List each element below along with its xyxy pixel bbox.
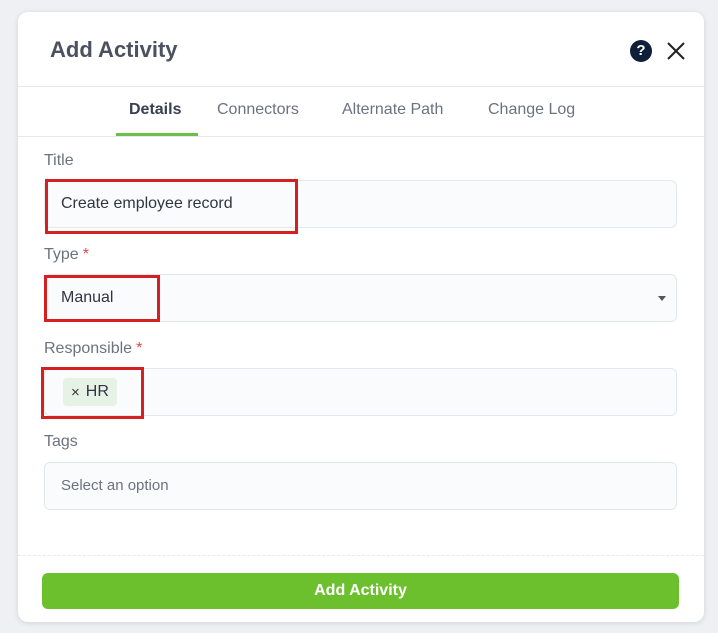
- title-input[interactable]: Create employee record: [44, 180, 677, 228]
- modal-title: Add Activity: [50, 37, 178, 62]
- remove-chip-icon[interactable]: ×: [71, 384, 80, 401]
- chip-label: HR: [85, 383, 109, 400]
- add-activity-button[interactable]: Add Activity: [42, 573, 679, 609]
- modal-header: Add Activity ?: [18, 12, 704, 87]
- responsible-label-text: Responsible: [44, 340, 133, 357]
- type-label-text: Type: [44, 246, 79, 263]
- tags-placeholder: Select an option: [61, 477, 169, 494]
- tags-select[interactable]: Select an option: [44, 462, 677, 510]
- type-select[interactable]: Manual: [44, 274, 677, 322]
- tab-bar: Details Connectors Alternate Path Change…: [18, 86, 704, 137]
- chevron-down-icon: [658, 296, 666, 301]
- active-tab-indicator: [116, 133, 198, 136]
- title-label: Title: [44, 152, 74, 169]
- type-label: Type *: [44, 246, 89, 264]
- responsible-required-mark: *: [136, 340, 143, 357]
- tab-connectors[interactable]: Connectors: [217, 101, 299, 119]
- responsible-label: Responsible *: [44, 340, 142, 358]
- type-required-mark: *: [82, 246, 89, 263]
- title-input-value: Create employee record: [61, 195, 233, 212]
- add-activity-modal: Add Activity ? Details Connectors Altern…: [18, 12, 704, 622]
- tab-alternate-path[interactable]: Alternate Path: [342, 101, 443, 119]
- tags-label: Tags: [44, 433, 78, 450]
- tab-change-log[interactable]: Change Log: [488, 101, 575, 119]
- help-icon[interactable]: ?: [630, 40, 652, 62]
- close-icon[interactable]: [665, 40, 687, 62]
- footer-divider: [18, 555, 704, 557]
- type-select-value: Manual: [61, 289, 114, 306]
- tab-details[interactable]: Details: [129, 101, 181, 119]
- responsible-chip-hr: × HR: [63, 378, 117, 406]
- responsible-multiselect[interactable]: × HR: [44, 368, 677, 416]
